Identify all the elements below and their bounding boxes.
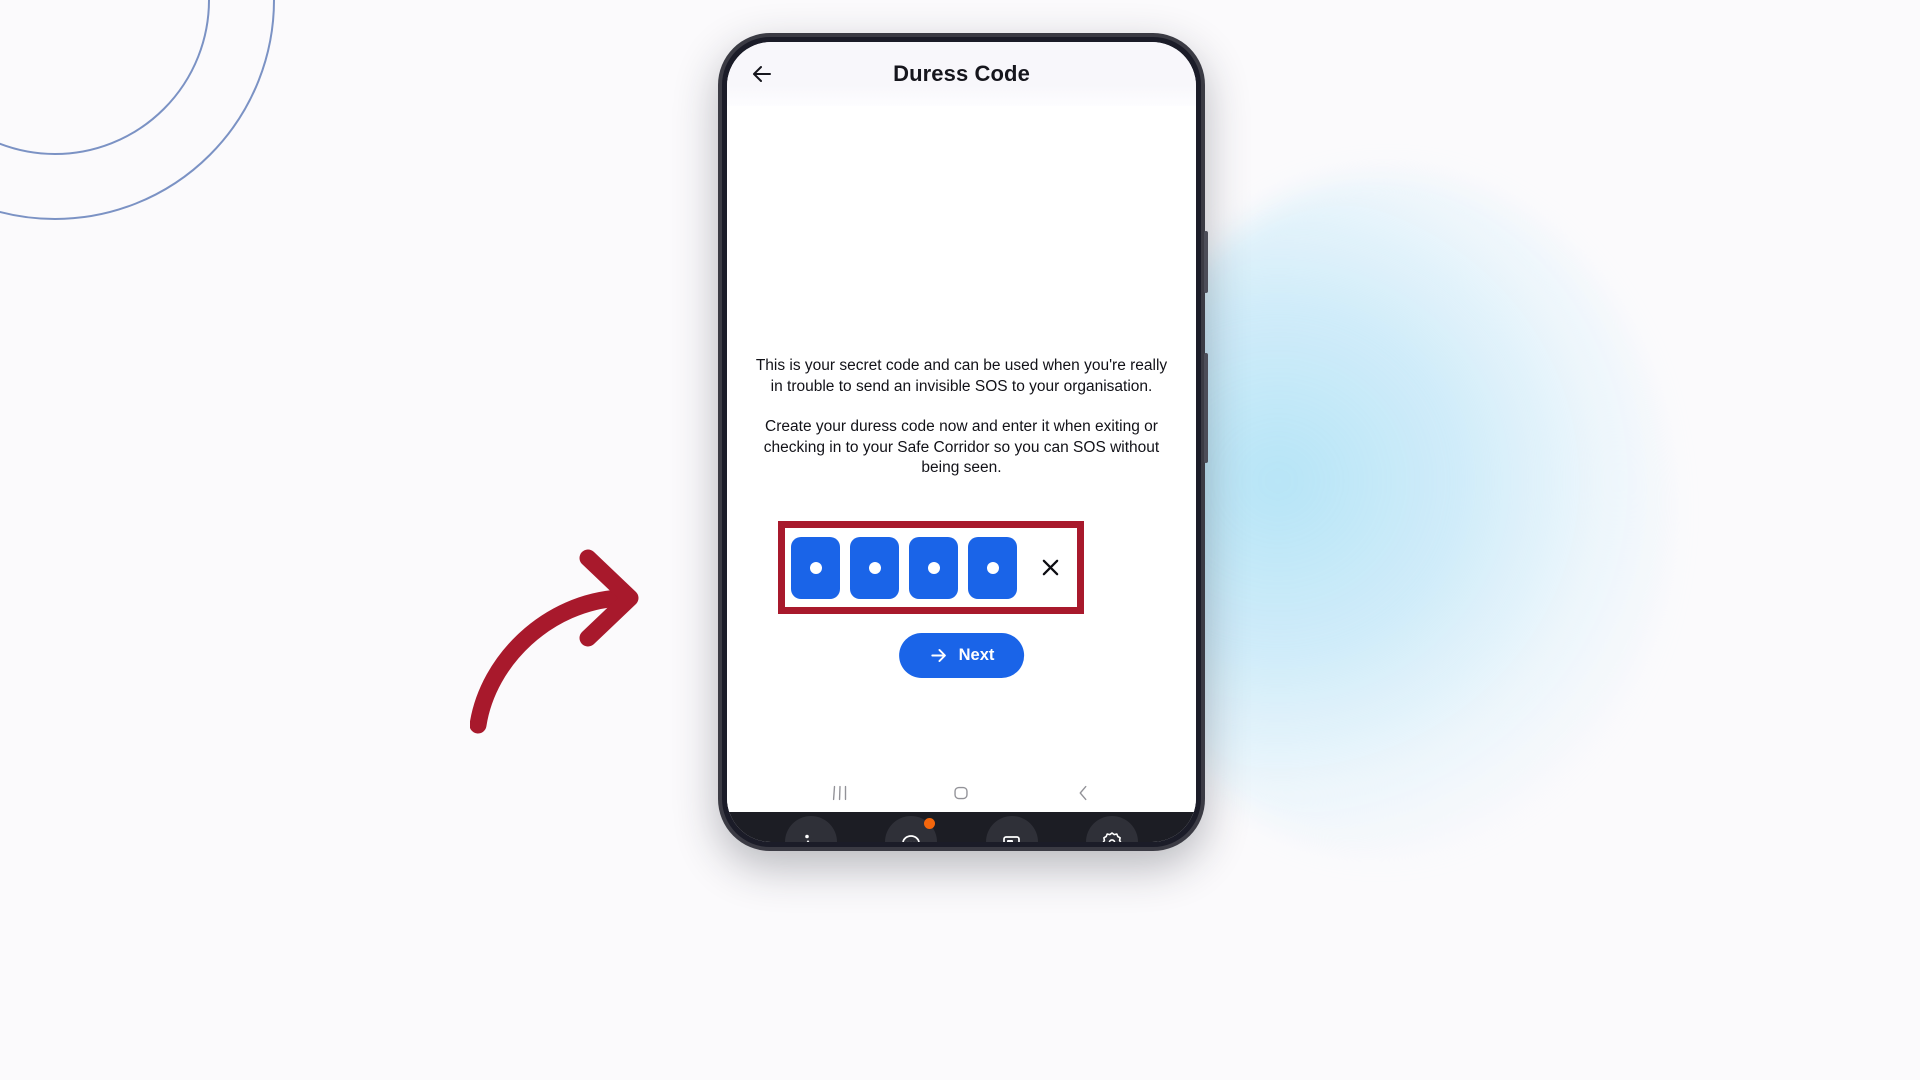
pin-digit-1[interactable] bbox=[791, 536, 840, 599]
phone-body: Duress Code This is your secret code and… bbox=[718, 33, 1208, 851]
app-dock bbox=[727, 812, 1196, 842]
notification-badge bbox=[924, 818, 936, 829]
decorative-ring-inner bbox=[0, 0, 210, 155]
recents-icon bbox=[832, 785, 847, 800]
pin-digit-dot bbox=[927, 561, 940, 574]
dock-app-chat[interactable] bbox=[885, 816, 938, 842]
home-button[interactable] bbox=[950, 782, 972, 809]
system-back-button[interactable] bbox=[1072, 782, 1094, 809]
recents-button[interactable] bbox=[829, 782, 851, 809]
curved-arrow-icon bbox=[470, 549, 639, 734]
description-paragraph-1: This is your secret code and can be used… bbox=[755, 357, 1168, 395]
settings-icon bbox=[1102, 832, 1122, 842]
pin-digit-3[interactable] bbox=[909, 536, 958, 599]
pin-input-highlight bbox=[778, 521, 1084, 614]
phone-power-button[interactable] bbox=[1204, 353, 1208, 463]
page-title: Duress Code bbox=[893, 61, 1030, 86]
system-navigation-bar bbox=[727, 778, 1196, 812]
clear-pin-button[interactable] bbox=[1033, 537, 1067, 599]
pin-digit-2[interactable] bbox=[850, 536, 899, 599]
next-button[interactable]: Next bbox=[898, 633, 1025, 678]
dock-app-wallet[interactable] bbox=[985, 816, 1038, 842]
description-paragraph-2: Create your duress code now and enter it… bbox=[763, 418, 1160, 476]
pin-digit-4[interactable] bbox=[968, 536, 1017, 599]
arrow-left-icon bbox=[753, 66, 771, 82]
pin-digit-dot bbox=[868, 561, 881, 574]
chat-icon bbox=[902, 835, 921, 842]
dock-app-settings[interactable] bbox=[1085, 816, 1138, 842]
pin-digit-dot bbox=[986, 561, 999, 574]
gallery-icon bbox=[805, 834, 816, 842]
wallet-icon bbox=[1002, 836, 1020, 842]
decorative-ring-outer bbox=[0, 0, 275, 220]
next-button-label: Next bbox=[958, 646, 995, 664]
home-icon bbox=[954, 786, 969, 799]
phone-volume-button[interactable] bbox=[1204, 231, 1208, 293]
arrow-right-icon bbox=[930, 649, 946, 662]
pin-digit-dot bbox=[809, 561, 822, 574]
phone-screen: Duress Code This is your secret code and… bbox=[727, 42, 1196, 842]
dock-app-gallery[interactable] bbox=[785, 816, 838, 842]
close-x-icon bbox=[1042, 559, 1058, 576]
app-content: This is your secret code and can be used… bbox=[727, 106, 1196, 778]
phone-mockup: Duress Code This is your secret code and… bbox=[718, 33, 1208, 851]
pin-code-input[interactable] bbox=[785, 528, 1077, 607]
description-block: This is your secret code and can be used… bbox=[727, 356, 1196, 479]
back-chevron-icon bbox=[1079, 785, 1087, 800]
app-header: Duress Code bbox=[727, 42, 1196, 106]
back-button[interactable] bbox=[745, 57, 779, 91]
